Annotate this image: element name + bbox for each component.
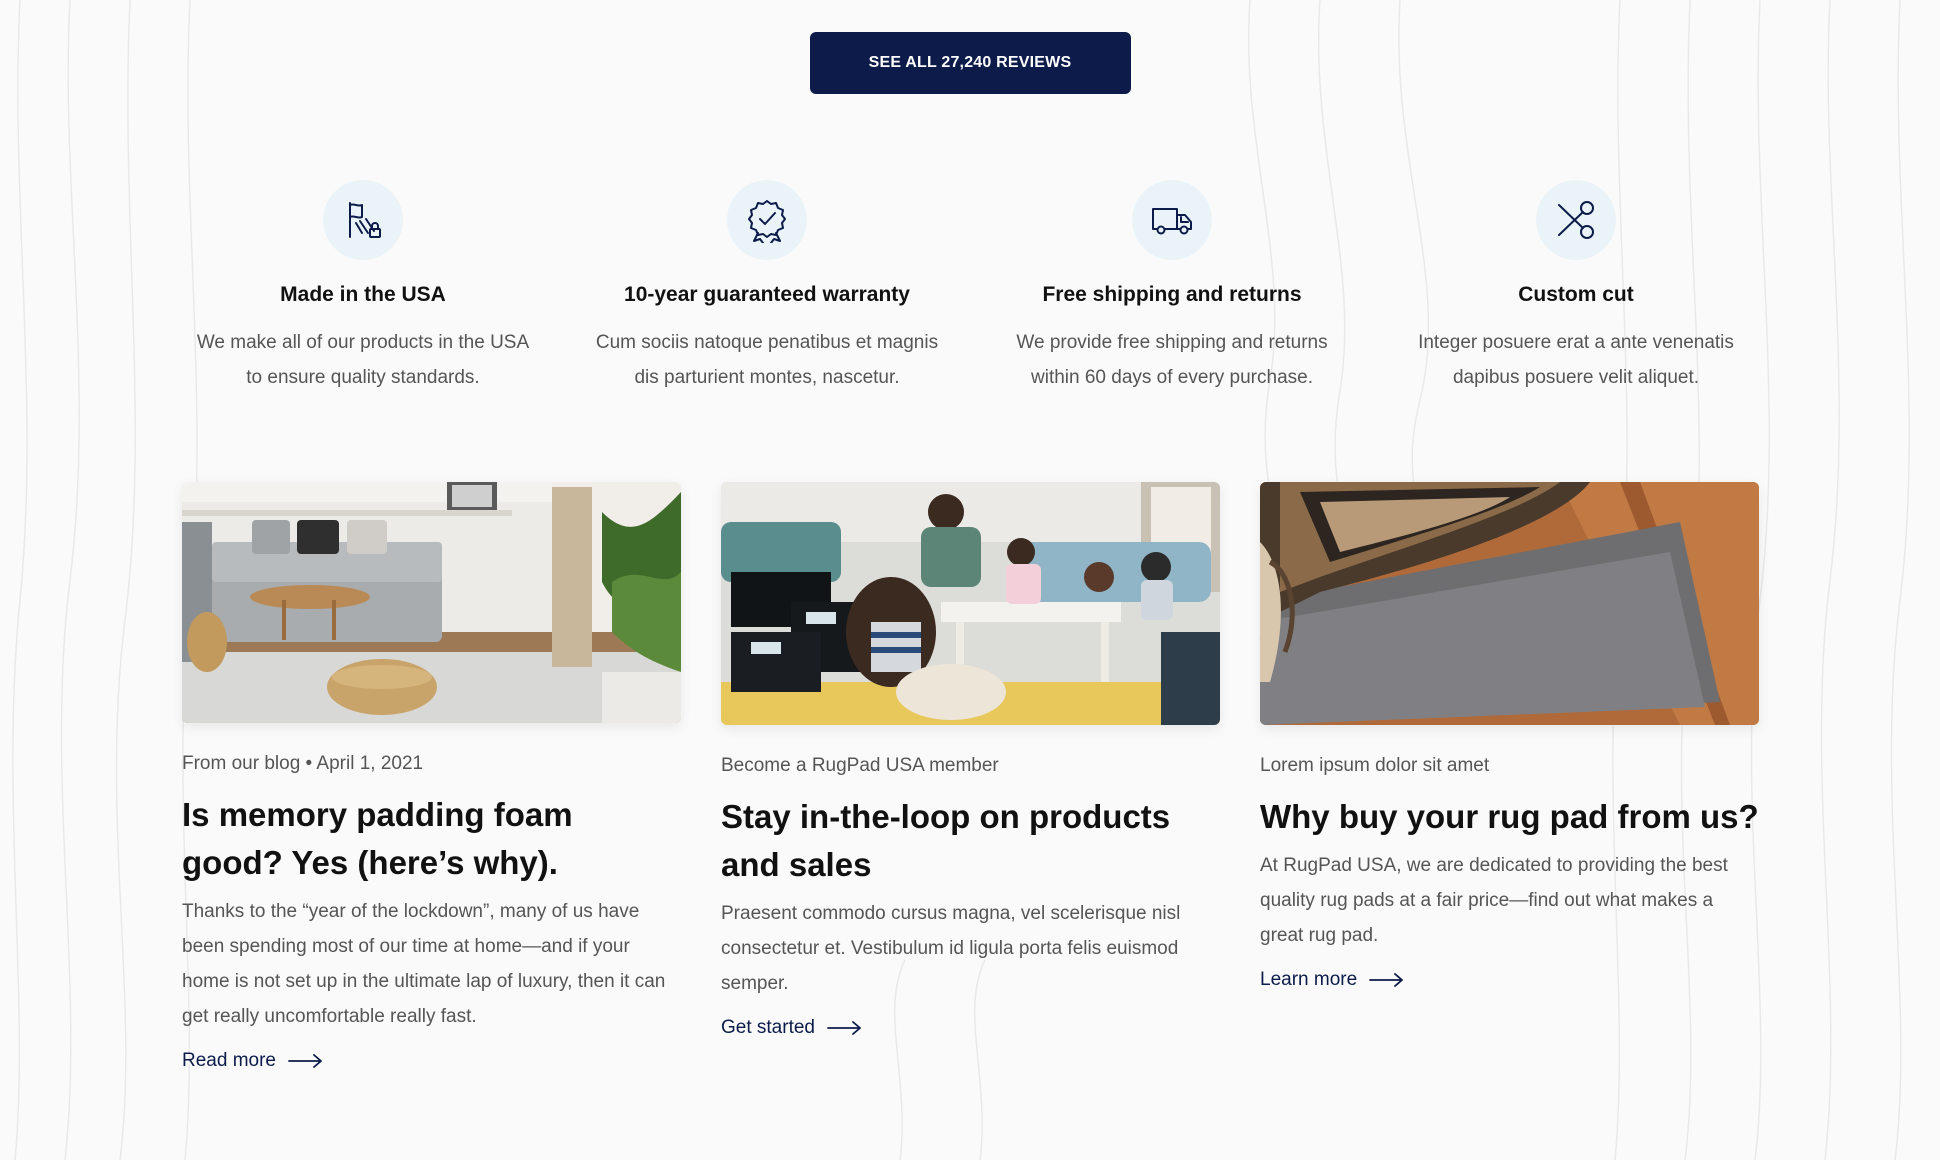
feature-custom-cut: Custom cut Integer posuere erat a ante v… <box>1381 180 1771 395</box>
get-started-link[interactable]: Get started <box>721 1017 863 1039</box>
read-more-link[interactable]: Read more <box>182 1050 324 1072</box>
learn-more-link[interactable]: Learn more <box>1260 969 1405 991</box>
link-label: Read more <box>182 1050 276 1071</box>
link-label: Learn more <box>1260 969 1358 990</box>
feature-desc-line: We make all of our products in the USA <box>196 332 530 353</box>
scissors-icon <box>1536 180 1616 260</box>
card-kicker: From our blog • April 1, 2021 <box>182 753 424 774</box>
feature-title: 10-year guaranteed warranty <box>624 283 910 306</box>
feature-desc-line: dis parturient montes, nascetur. <box>634 367 900 388</box>
feature-title: Free shipping and returns <box>1042 283 1302 306</box>
feature-desc-line: to ensure quality standards. <box>246 367 480 388</box>
link-label: Get started <box>721 1017 815 1038</box>
card-title[interactable]: Stay in-the-loop on products and sales <box>721 793 1221 889</box>
rug-pad-closeup-photo[interactable] <box>1260 482 1759 725</box>
award-ribbon-icon <box>727 180 807 260</box>
feature-description: Cum sociis natoque penatibus et magnis d… <box>582 325 952 395</box>
arrow-right-icon <box>827 1021 861 1035</box>
feature-description: Integer posuere erat a ante venenatis da… <box>1391 325 1761 395</box>
usa-flag-icon <box>323 180 403 260</box>
blog-card: From our blog • April 1, 2021 Is memory … <box>182 482 682 1072</box>
feature-free-shipping: Free shipping and returns We provide fre… <box>977 180 1367 395</box>
feature-made-in-usa: Made in the USA We make all of our produ… <box>168 180 558 395</box>
page: SEE ALL 27,240 REVIEWS Made in the USA W… <box>0 0 1940 1160</box>
blog-card: Become a RugPad USA member Stay in-the-l… <box>721 482 1221 1039</box>
family-playroom-photo[interactable] <box>721 482 1220 725</box>
card-text: Thanks to the “year of the lockdown”, ma… <box>182 901 666 1027</box>
feature-description: We make all of our products in the USA t… <box>178 325 548 395</box>
feature-title: Custom cut <box>1518 283 1634 306</box>
card-kicker: Become a RugPad USA member <box>721 755 999 776</box>
card-text: Praesent commodo cursus magna, vel scele… <box>721 903 1181 994</box>
card-title[interactable]: Why buy your rug pad from us? <box>1260 793 1760 841</box>
feature-desc-line: We provide free shipping and returns <box>1016 332 1328 353</box>
feature-desc-line: within 60 days of every purchase. <box>1031 367 1313 388</box>
feature-warranty: 10-year guaranteed warranty Cum sociis n… <box>572 180 962 395</box>
card-text: At RugPad USA, we are dedicated to provi… <box>1260 855 1728 946</box>
feature-desc-line: dapibus posuere velit aliquet. <box>1452 367 1700 388</box>
living-room-photo[interactable] <box>182 482 681 723</box>
feature-desc-line: Integer posuere erat a ante venenatis <box>1418 332 1734 353</box>
feature-desc-line: Cum sociis natoque penatibus et magnis <box>595 332 939 353</box>
see-all-reviews-button[interactable]: SEE ALL 27,240 REVIEWS <box>809 32 1131 94</box>
card-kicker: Lorem ipsum dolor sit amet <box>1260 755 1490 776</box>
feature-title: Made in the USA <box>280 283 446 306</box>
arrow-right-icon <box>1369 973 1404 987</box>
feature-description: We provide free shipping and returns wit… <box>987 325 1357 395</box>
card-title[interactable]: Is memory padding foam good? Yes (here’s… <box>182 791 682 887</box>
reviews-section: SEE ALL 27,240 REVIEWS <box>0 32 1940 94</box>
arrow-right-icon <box>288 1054 322 1068</box>
delivery-truck-icon <box>1132 180 1212 260</box>
blog-card: Lorem ipsum dolor sit amet Why buy your … <box>1260 482 1760 991</box>
